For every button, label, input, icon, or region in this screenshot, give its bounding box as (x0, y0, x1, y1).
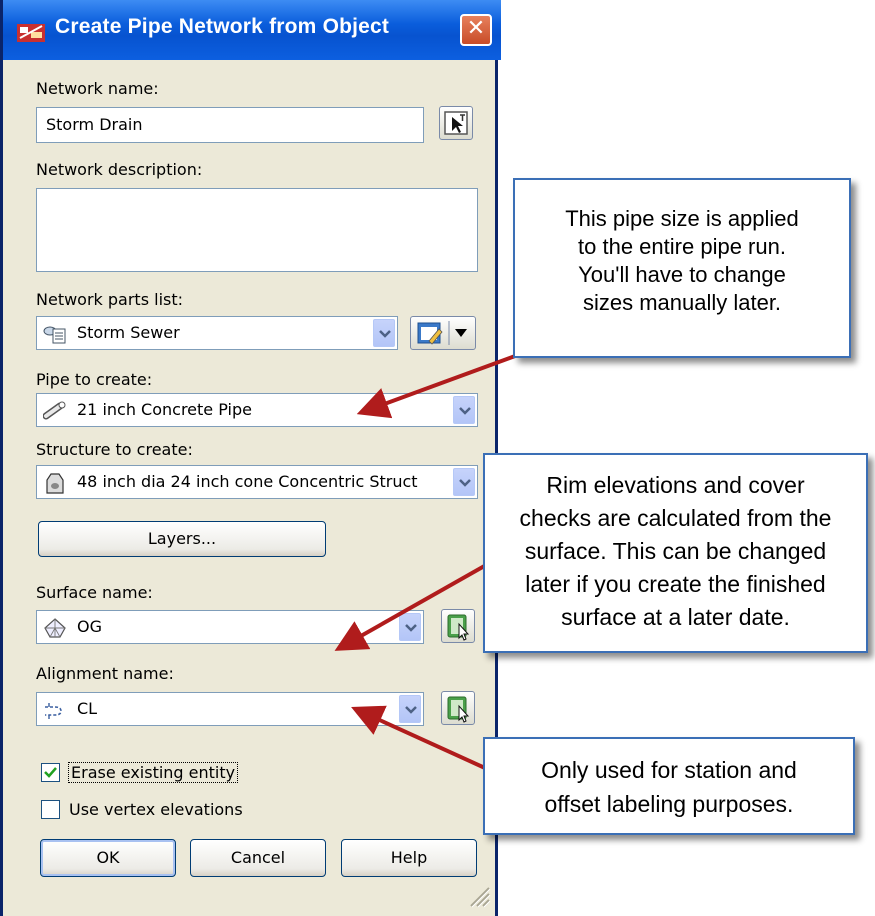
pipe-size-callout-line: to the entire pipe run. (578, 234, 786, 259)
alignment-callout: Only used for station and offset labelin… (483, 737, 855, 835)
rim-callout-line: surface. This can be changed (524, 538, 827, 564)
pipe-size-callout-line: You'll have to change (578, 262, 786, 287)
rim-callout-line: surface at a later date. (561, 604, 790, 630)
rim-elevation-arrow (334, 558, 496, 651)
pipe-size-callout: This pipe size is applied to the entire … (513, 178, 851, 358)
alignment-arrow (351, 705, 486, 770)
rim-callout-line: Rim elevations and cover (546, 472, 805, 498)
pipe-size-callout-line: This pipe size is applied (565, 206, 799, 231)
alignment-callout-line: Only used for station and (541, 757, 797, 783)
alignment-callout-line: offset labeling purposes. (544, 791, 794, 817)
rim-callout-line: checks are calculated from the (519, 505, 832, 531)
rim-elevation-callout: Rim elevations and cover checks are calc… (483, 453, 868, 653)
rim-callout-line: later if you create the finished (525, 571, 826, 597)
pipe-size-callout-line: sizes manually later. (582, 290, 782, 315)
